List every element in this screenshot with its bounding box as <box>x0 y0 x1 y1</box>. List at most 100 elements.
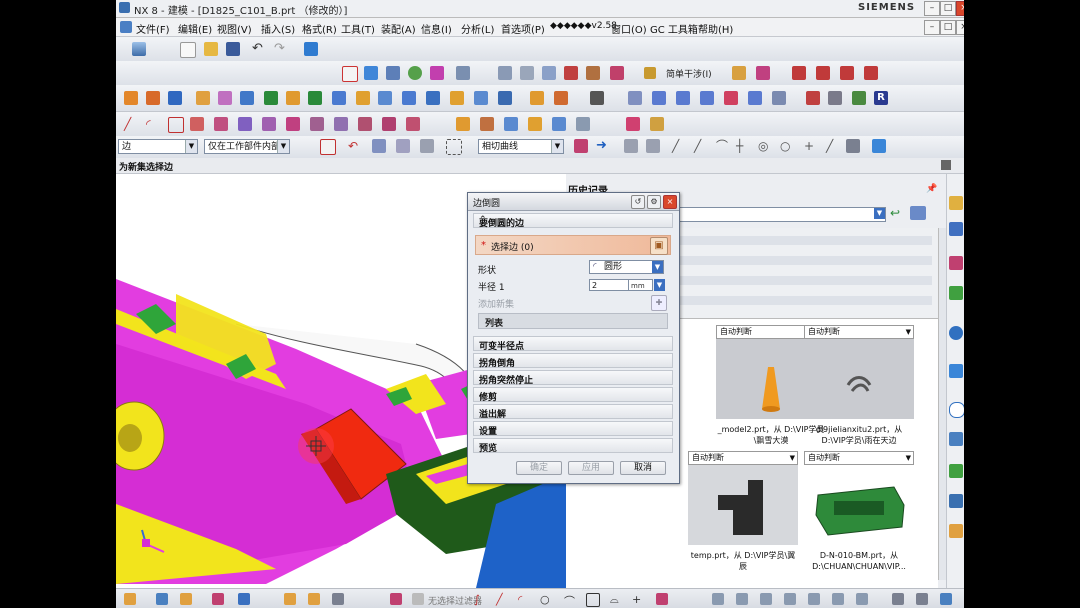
edge-select-cube-icon[interactable]: ▣ <box>650 237 668 255</box>
filter-scope-combo[interactable]: 仅在工作部件内部 ▼ <box>204 139 290 154</box>
divide-curve-icon[interactable] <box>504 117 518 131</box>
sphere-icon[interactable] <box>408 66 422 80</box>
status-icon-7[interactable] <box>308 593 320 605</box>
snap-status-icon-6[interactable] <box>832 593 844 605</box>
section-overflow[interactable]: 溢出解 ⌄ <box>473 404 673 420</box>
split-body-icon[interactable] <box>450 91 464 105</box>
doc-restore-button[interactable]: □ <box>940 20 956 35</box>
pattern-icon[interactable] <box>240 91 254 105</box>
add-new-set-icon[interactable]: ✚ <box>651 295 667 311</box>
status-icon-4[interactable] <box>212 593 224 605</box>
line-icon[interactable]: ╱ <box>124 117 138 131</box>
sketch-arc-icon[interactable]: ◜ <box>518 593 530 606</box>
open-folder-icon[interactable] <box>204 42 218 56</box>
bridge-curve-icon[interactable] <box>310 117 324 131</box>
analysis-icon-3[interactable] <box>542 66 556 80</box>
mirror-curve-icon[interactable] <box>382 117 396 131</box>
web-browser-icon[interactable] <box>949 326 963 340</box>
rectangle-select-icon[interactable] <box>420 139 434 153</box>
boss-icon[interactable] <box>218 91 232 105</box>
undo-icon[interactable]: ↶ <box>252 42 266 56</box>
analysis-icon-1[interactable] <box>498 66 512 80</box>
snap-curve-icon[interactable]: ⌒ <box>716 139 730 153</box>
spline-icon[interactable] <box>190 117 204 131</box>
history-thumbnail[interactable]: 自动判断 ▼ di9jielianxitu2.prt，从 D:\VIP学员\雨在天… <box>804 325 914 446</box>
view-mode-icon[interactable] <box>910 206 926 220</box>
sketch-fillet-icon[interactable]: ⌒ <box>564 593 576 608</box>
info-icon[interactable] <box>828 91 842 105</box>
maximize-button[interactable]: □ <box>940 1 956 16</box>
surface-icon-6[interactable] <box>748 91 762 105</box>
sketch-curve-icon[interactable]: ∫ <box>474 593 486 606</box>
arc-icon[interactable]: ◜ <box>146 117 160 131</box>
apply-button[interactable]: 应用 <box>568 461 614 475</box>
polygon-icon[interactable] <box>214 117 228 131</box>
display-curve-icon[interactable] <box>576 117 590 131</box>
ruler-icon[interactable] <box>732 66 746 80</box>
snap-status-icon-8[interactable] <box>892 593 904 605</box>
wireframe-cube-icon[interactable] <box>386 66 400 80</box>
surface-icon-3[interactable] <box>676 91 690 105</box>
analysis-icon-2[interactable] <box>520 66 534 80</box>
snap-point-icon[interactable] <box>320 139 336 155</box>
offset-face-icon[interactable] <box>474 91 488 105</box>
surface-icon-4[interactable] <box>700 91 714 105</box>
cancel-button[interactable]: 取消 <box>620 461 666 475</box>
history-filter-combo[interactable]: ▼ <box>676 207 886 222</box>
snap-status-icon-10[interactable] <box>940 593 952 605</box>
menu-insert[interactable]: 插入(S) <box>261 21 295 36</box>
sketch-polygon-icon[interactable]: ⌓ <box>610 593 622 606</box>
settings-gear-icon[interactable]: ⚙ <box>647 195 661 209</box>
block-icon[interactable] <box>168 91 182 105</box>
follow-fillet-icon[interactable]: ➜ <box>596 139 610 153</box>
filter-type-combo[interactable]: 边 ▼ <box>118 139 198 154</box>
set-list-section[interactable]: 列表 ⌄ <box>478 313 668 329</box>
clock-icon[interactable] <box>949 402 964 418</box>
process-studio-icon[interactable] <box>949 464 963 478</box>
curve-icon-4[interactable] <box>864 66 878 80</box>
radius-input[interactable]: 2 <box>589 279 629 291</box>
part-navigator-icon[interactable] <box>949 256 963 270</box>
section-corner-setback[interactable]: 拐角倒角 ⌄ <box>473 353 673 369</box>
wrap-curve-icon[interactable] <box>406 117 420 131</box>
reuse-library-icon[interactable] <box>949 286 963 300</box>
subtract-icon[interactable] <box>286 91 300 105</box>
section-variable-radius[interactable]: 可变半径点 ⌄ <box>473 336 673 352</box>
ok-button[interactable]: 确定 <box>516 461 562 475</box>
history-thumbnail[interactable]: 自动判断 ▼ temp.prt，从 D:\VIP学员\翼辰 <box>688 451 798 572</box>
extrude-icon[interactable] <box>124 91 138 105</box>
analysis-icon-4[interactable] <box>564 66 578 80</box>
snap-tangent-icon[interactable]: ╱ <box>694 139 708 153</box>
doc-minimize-button[interactable]: – <box>924 20 940 35</box>
menu-plugin[interactable]: ◆◆◆◆◆◆v2.58 <box>550 21 617 31</box>
surface-icon-7[interactable] <box>772 91 786 105</box>
intersect-curve-icon[interactable] <box>286 117 300 131</box>
snap-existing-point-icon[interactable]: + <box>804 139 818 153</box>
select-all-icon[interactable] <box>372 139 386 153</box>
radius-options-icon[interactable]: ▼ <box>654 279 665 291</box>
shell-icon[interactable] <box>378 91 392 105</box>
menu-edit[interactable]: 编辑(E) <box>178 21 212 36</box>
snap-on-curve-icon[interactable]: ╱ <box>826 139 840 153</box>
new-file-icon[interactable] <box>180 42 196 58</box>
smooth-curve-icon[interactable] <box>552 117 566 131</box>
system-materials-icon[interactable] <box>949 432 963 446</box>
status-icon-8[interactable] <box>332 593 344 605</box>
radius-unit[interactable]: mm <box>629 279 653 291</box>
menu-assembly[interactable]: 装配(A) <box>381 21 416 36</box>
sketch-line-icon[interactable]: ╱ <box>496 593 508 606</box>
material-icon[interactable] <box>626 117 640 131</box>
snap-center-icon[interactable]: ◎ <box>758 139 772 153</box>
sketch-constraint-icon[interactable] <box>656 593 668 605</box>
doc-close-button[interactable]: × <box>956 20 964 35</box>
deselect-icon[interactable] <box>396 139 410 153</box>
replace-face-icon[interactable] <box>498 91 512 105</box>
lighting-icon[interactable] <box>650 117 664 131</box>
menu-format[interactable]: 格式(R) <box>302 21 337 36</box>
chart-icon[interactable] <box>852 91 866 105</box>
minimize-button[interactable]: – <box>924 1 940 16</box>
shaded-cube-icon[interactable] <box>364 66 378 80</box>
status-icon-1[interactable] <box>124 593 136 605</box>
section-settings[interactable]: 设置 ⌄ <box>473 421 673 437</box>
section-preview[interactable]: 预览 ⌄ <box>473 438 673 454</box>
